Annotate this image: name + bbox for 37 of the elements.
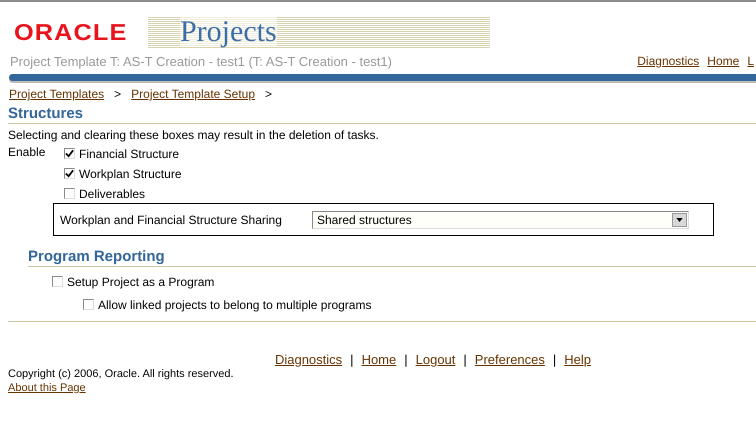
link-separator: | xyxy=(463,352,467,367)
link-separator: | xyxy=(404,352,408,367)
enable-label: Enable xyxy=(8,145,46,161)
checkbox-label: Allow linked projects to belong to multiple programs xyxy=(98,298,372,312)
sharing-label: Workplan and Financial Structure Sharing xyxy=(60,212,283,226)
checkbox[interactable] xyxy=(64,148,75,159)
global-link[interactable]: L xyxy=(747,54,754,68)
global-link[interactable]: Home xyxy=(707,54,740,68)
link-separator: | xyxy=(552,352,556,367)
checkbox[interactable] xyxy=(64,168,75,179)
section-heading: Structures xyxy=(8,105,756,124)
link-separator: | xyxy=(350,352,354,367)
sharing-dropdown[interactable]: Shared structures xyxy=(312,210,689,228)
about-link[interactable]: About this Page xyxy=(8,382,86,394)
product-title: Projects xyxy=(180,17,277,47)
footer-link[interactable]: Help xyxy=(564,352,592,367)
breadcrumb-link[interactable]: Project Template Setup xyxy=(131,87,256,101)
instruction-text: Selecting and clearing these boxes may result in the deletion of tasks. xyxy=(8,128,380,142)
checkbox[interactable] xyxy=(83,299,94,310)
global-link[interactable]: Diagnostics xyxy=(637,54,700,68)
checkbox-label: Workplan Structure xyxy=(79,166,182,180)
breadcrumb-link[interactable]: Project Templates xyxy=(9,87,104,101)
footer-link[interactable]: Preferences xyxy=(474,352,545,367)
checkbox[interactable] xyxy=(52,276,63,287)
footer-link[interactable]: Home xyxy=(362,352,396,367)
oracle-logo: ORACLE xyxy=(14,18,128,46)
checkbox[interactable] xyxy=(64,188,75,199)
breadcrumb-separator: > xyxy=(265,87,272,101)
section-heading: Program Reporting xyxy=(28,248,756,267)
page-subtitle: Project Template T: AS-T Creation - test1 (T: AS-T Creation - test1) xyxy=(10,54,392,68)
breadcrumb-separator: > xyxy=(114,87,122,101)
footer-link[interactable]: Logout xyxy=(416,352,456,367)
checkbox-label: Deliverables xyxy=(79,186,146,200)
checkbox-label: Setup Project as a Program xyxy=(67,274,214,288)
copyright-text: Copyright (c) 2006, Oracle. All rights reserved. xyxy=(8,368,235,380)
footer-link[interactable]: Diagnostics xyxy=(274,352,342,367)
checkbox-label: Financial Structure xyxy=(79,146,180,160)
